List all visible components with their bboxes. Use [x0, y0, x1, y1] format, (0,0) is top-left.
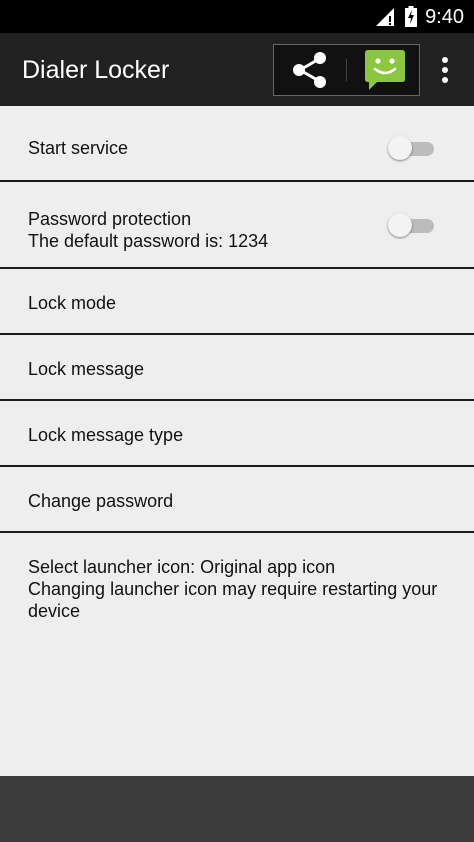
settings-list: Start service Password protection The de… — [0, 106, 474, 633]
more-vert-icon — [442, 57, 448, 83]
sms-smiley-icon — [365, 50, 405, 90]
overflow-menu-button[interactable] — [430, 51, 460, 89]
action-group — [273, 44, 420, 96]
setting-label: Lock message — [28, 359, 145, 379]
setting-start-service[interactable]: Start service — [0, 106, 474, 182]
status-bar: 9:40 — [0, 0, 474, 33]
setting-lock-mode[interactable]: Lock mode — [0, 269, 474, 335]
app-bar: Dialer Locker — [0, 33, 474, 106]
setting-label: Change password — [28, 491, 174, 511]
setting-change-password[interactable]: Change password — [0, 467, 474, 533]
start-service-switch[interactable] — [388, 133, 436, 163]
setting-label: Start service — [28, 138, 129, 158]
switch-thumb — [388, 213, 412, 237]
setting-lock-message-type[interactable]: Lock message type — [0, 401, 474, 467]
setting-label: Select launcher icon: Original app icon — [28, 557, 336, 577]
share-button[interactable] — [275, 46, 345, 94]
setting-lock-message[interactable]: Lock message — [0, 335, 474, 401]
setting-launcher-icon[interactable]: Select launcher icon: Original app icon … — [0, 533, 474, 633]
setting-label: Password protection — [28, 209, 192, 229]
battery-charging-icon — [405, 6, 417, 27]
navigation-bar — [0, 776, 474, 842]
switch-thumb — [388, 136, 412, 160]
setting-summary: The default password is: 1234 — [28, 231, 269, 251]
cell-signal-icon — [376, 8, 394, 26]
app-title: Dialer Locker — [22, 56, 170, 84]
sms-button[interactable] — [347, 46, 419, 94]
status-time: 9:40 — [425, 6, 464, 28]
password-protection-switch[interactable] — [388, 210, 436, 240]
share-icon — [293, 52, 326, 88]
setting-label: Lock mode — [28, 293, 117, 313]
setting-label: Lock message type — [28, 425, 184, 445]
setting-password-protection[interactable]: Password protection The default password… — [0, 182, 474, 269]
setting-summary: Changing launcher icon may require resta… — [28, 579, 438, 621]
